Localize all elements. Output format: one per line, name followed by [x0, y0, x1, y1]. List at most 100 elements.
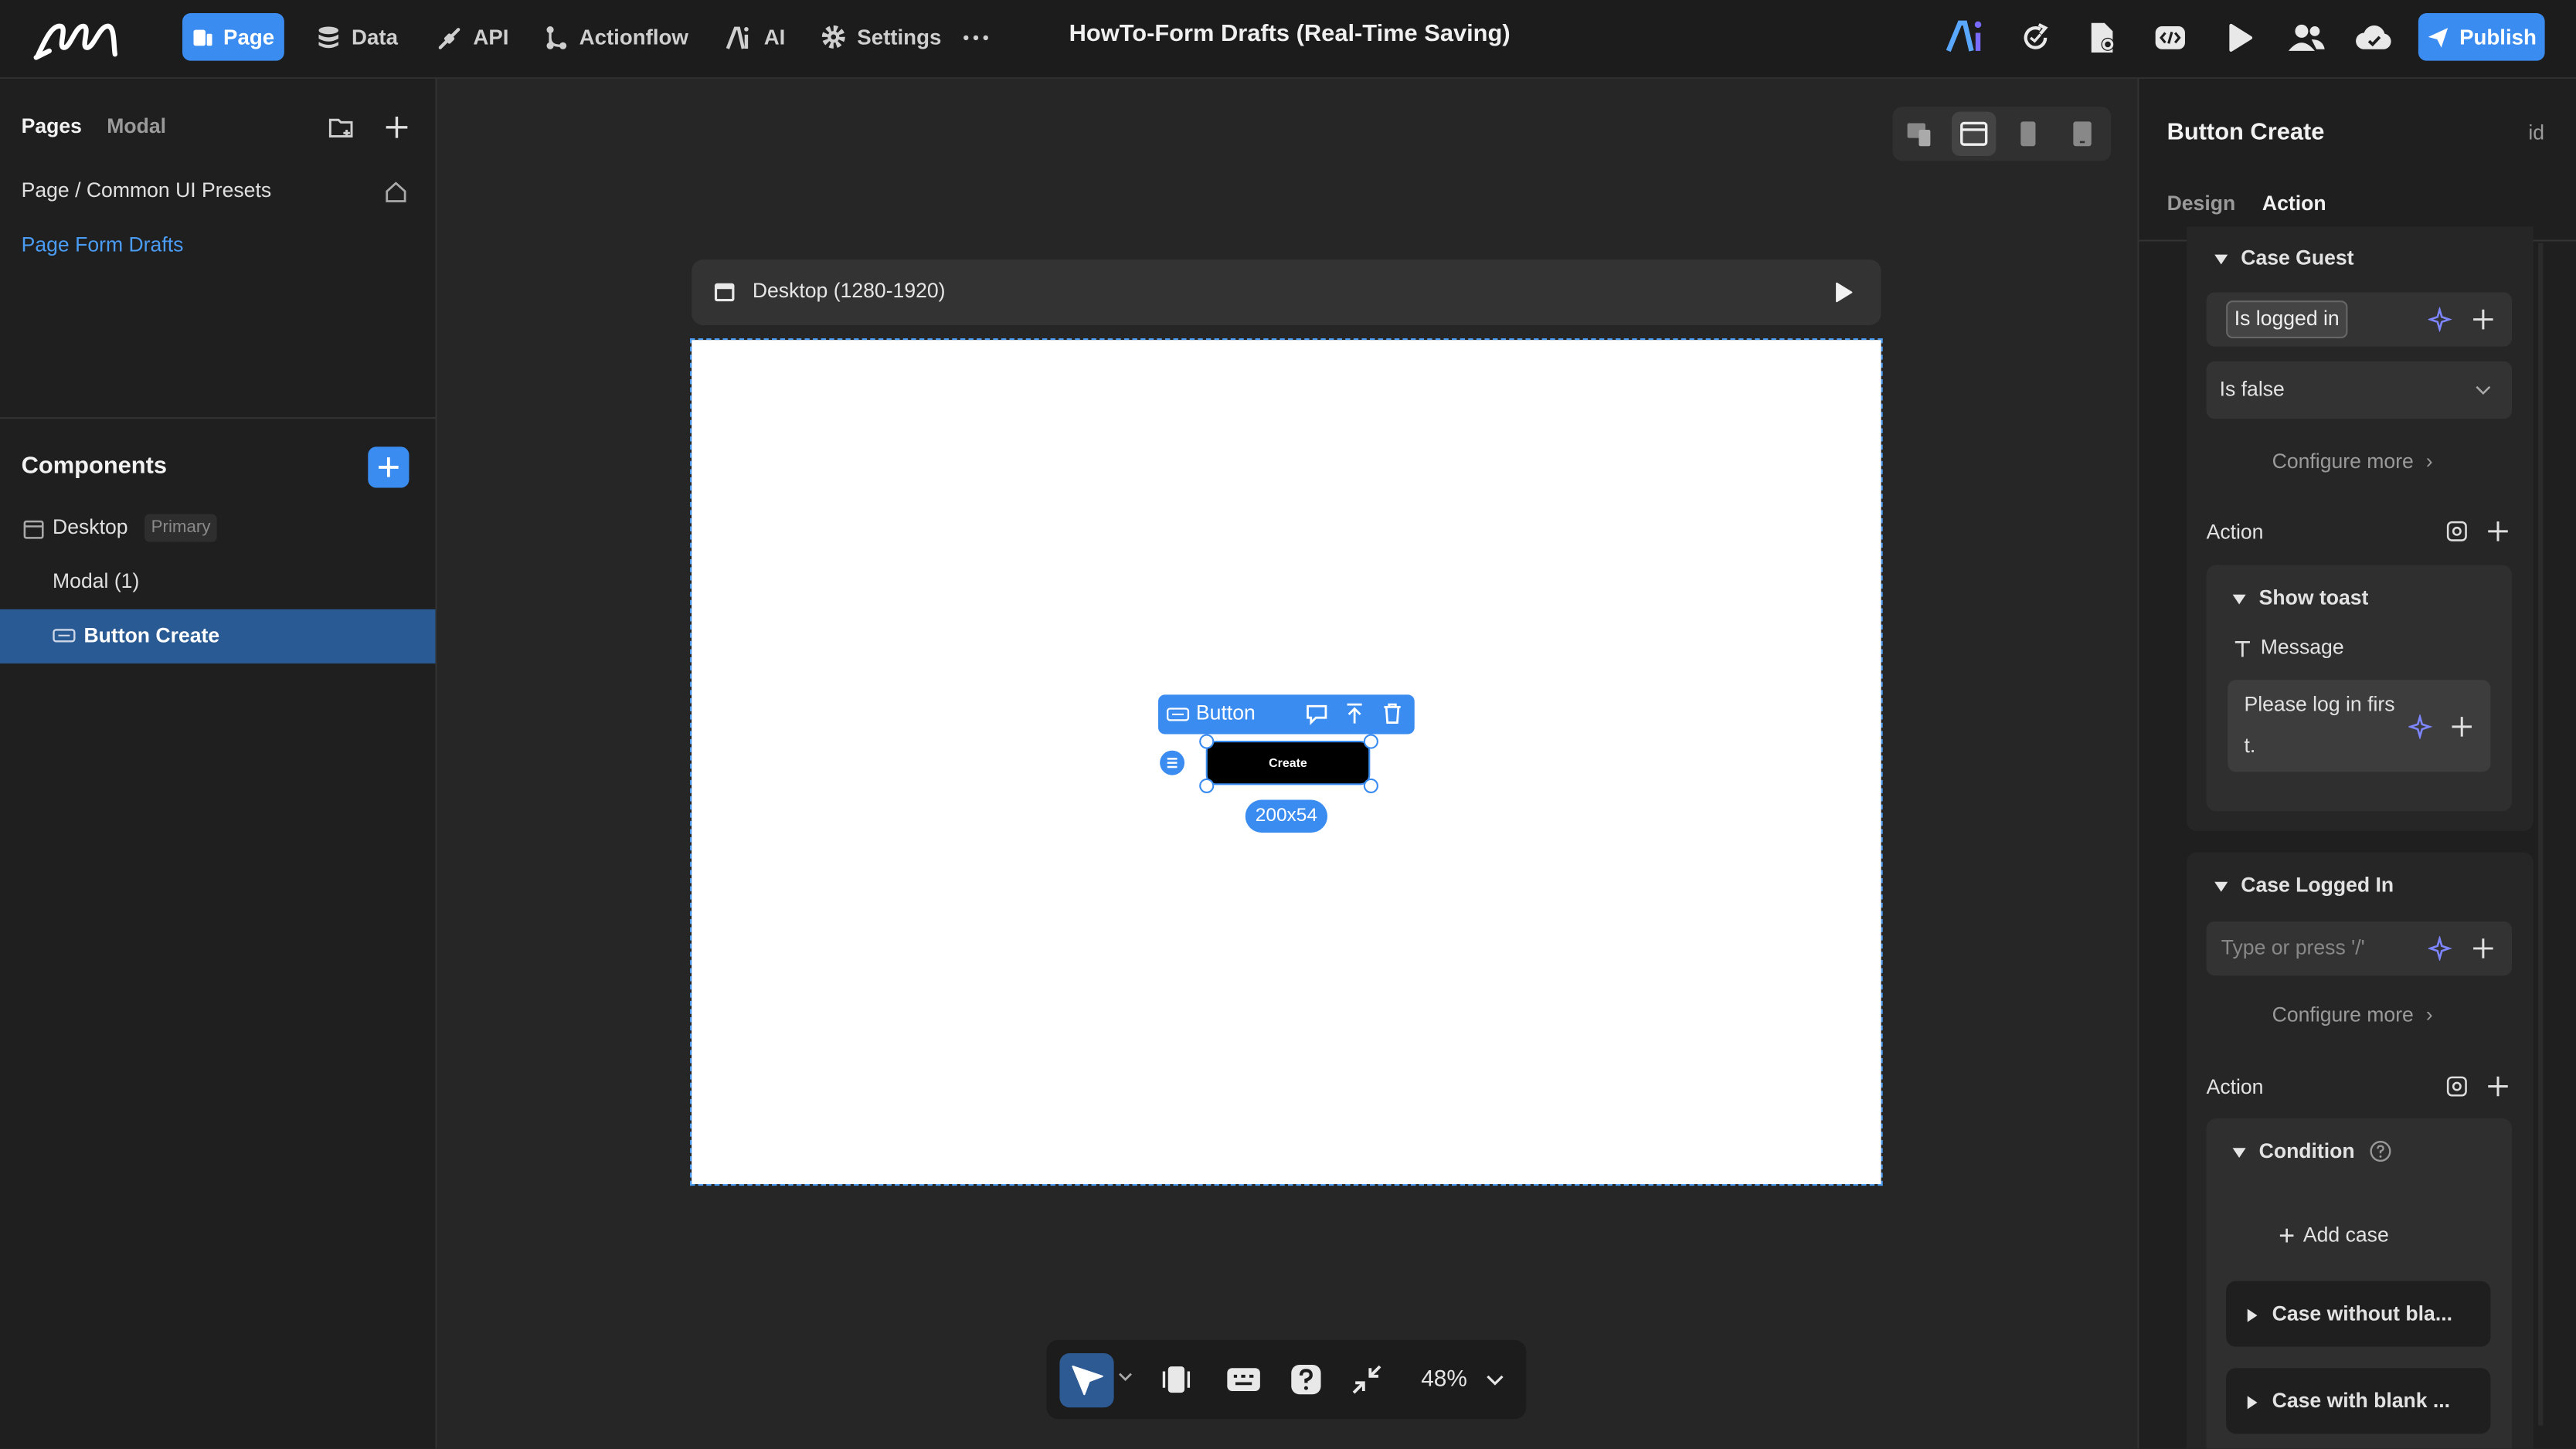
app-logo[interactable]	[33, 15, 122, 61]
tab-modal[interactable]: Modal	[107, 115, 166, 138]
mobile-device-icon[interactable]	[2065, 117, 2100, 151]
drag-handle-icon[interactable]	[1160, 750, 1185, 775]
tab-action[interactable]: Action	[2262, 192, 2326, 215]
expand-triangle-icon	[2232, 1147, 2246, 1158]
add-icon[interactable]	[2471, 936, 2496, 961]
nav-settings-label: Settings	[857, 24, 942, 49]
sub-case-label: Case with blank ...	[2247, 1390, 2450, 1413]
desktop-device-icon[interactable]	[1952, 111, 1997, 156]
publish-label: Publish	[2459, 24, 2537, 49]
ai-sparkle-icon[interactable]	[2428, 307, 2453, 332]
case-logged-in-title[interactable]: Case Logged In	[2214, 874, 2394, 897]
frame-tool-icon[interactable]	[1158, 1362, 1195, 1398]
multi-device-icon[interactable]	[1902, 117, 1937, 151]
resize-handle[interactable]	[1199, 778, 1215, 793]
action-settings-icon[interactable]	[2445, 1074, 2469, 1099]
condition-input[interactable]: Type or press '/'	[2206, 921, 2513, 976]
condition-title[interactable]: Condition	[2232, 1140, 2355, 1162]
preview-play-icon[interactable]	[2221, 20, 2258, 56]
nav-settings[interactable]: Settings	[810, 13, 951, 61]
show-toast-label: Show toast	[2258, 586, 2369, 609]
sub-case-item[interactable]: Case with blank ...	[2226, 1368, 2491, 1434]
add-action-icon[interactable]	[2486, 519, 2510, 544]
select-tool-icon[interactable]	[1059, 1353, 1114, 1408]
condition-field[interactable]: Is logged in	[2206, 292, 2513, 347]
add-folder-icon[interactable]	[327, 114, 355, 141]
page-item-form-drafts[interactable]: Page Form Drafts	[22, 233, 184, 256]
nav-data[interactable]: Data	[305, 13, 410, 61]
nav-data-label: Data	[352, 24, 398, 49]
nav-ai[interactable]: AI	[716, 13, 795, 61]
ai-sparkle-icon[interactable]	[2408, 714, 2433, 739]
case-logged-in-label: Case Logged In	[2241, 874, 2394, 897]
resize-handle[interactable]	[1363, 778, 1378, 793]
condition-tag[interactable]: Is logged in	[2226, 300, 2348, 339]
add-case-button[interactable]: + Add case	[2279, 1220, 2389, 1254]
ai-sparkle-icon[interactable]	[2428, 935, 2453, 961]
tree-item-modal[interactable]: Modal (1)	[53, 570, 139, 593]
publish-button[interactable]: Publish	[2418, 13, 2545, 61]
nav-actionflow[interactable]: Actionflow	[534, 13, 698, 61]
show-toast-title[interactable]: Show toast	[2232, 586, 2369, 609]
action-label: Action	[2206, 1075, 2264, 1099]
sub-case-item[interactable]: Case without bla...	[2226, 1281, 2491, 1347]
project-title: HowTo-Form Drafts (Real-Time Saving)	[1069, 21, 1511, 48]
tab-pages[interactable]: Pages	[22, 115, 82, 138]
id-label[interactable]: id	[2528, 121, 2544, 144]
is-false-select[interactable]: Is false	[2206, 361, 2513, 419]
message-input[interactable]: Please log in firs t.	[2228, 680, 2491, 772]
primary-badge: Primary	[144, 514, 218, 542]
chevron-down-icon[interactable]	[1116, 1366, 1136, 1386]
tree-item-desktop[interactable]: Desktop	[53, 516, 128, 539]
zoom-level[interactable]: 48%	[1421, 1365, 1467, 1391]
case-guest-card: Case Guest Is logged in Is false Configu…	[2187, 226, 2534, 831]
trash-icon[interactable]	[1380, 701, 1405, 726]
nav-page-label: Page	[223, 24, 275, 49]
tab-design[interactable]: Design	[2167, 192, 2236, 215]
component-toolbar: Button	[1158, 694, 1415, 735]
code-icon[interactable]	[2152, 20, 2188, 56]
help-icon[interactable]	[1288, 1362, 1324, 1398]
collapse-triangle-icon	[2247, 1395, 2258, 1409]
more-menu-icon[interactable]	[960, 22, 993, 55]
configure-more-link[interactable]: Configure more ›	[2272, 1003, 2433, 1027]
nav-page[interactable]: Page	[182, 13, 284, 61]
create-button[interactable]: Create	[1205, 740, 1371, 786]
help-circle-icon[interactable]	[2369, 1140, 2392, 1163]
frame-play-icon[interactable]	[1832, 281, 1855, 304]
zoom-chevron-down-icon[interactable]	[1483, 1368, 1507, 1391]
add-action-icon[interactable]	[2486, 1074, 2510, 1099]
add-icon[interactable]	[2471, 307, 2496, 332]
tree-item-button-create[interactable]: Button Create	[0, 609, 436, 664]
page-settings-icon[interactable]	[2085, 20, 2121, 56]
tablet-device-icon[interactable]	[2011, 117, 2046, 151]
keyboard-icon[interactable]	[1224, 1362, 1263, 1398]
add-icon[interactable]	[2449, 714, 2474, 739]
text-type-icon	[2233, 639, 2253, 659]
collapse-icon[interactable]	[1349, 1362, 1385, 1398]
ai-assistant-icon[interactable]	[1946, 18, 1992, 54]
toolbar-component-label: Button	[1195, 701, 1256, 724]
add-page-icon[interactable]	[382, 114, 410, 141]
case-guest-title[interactable]: Case Guest	[2214, 246, 2353, 270]
frame-header[interactable]: Desktop (1280-1920)	[692, 259, 1881, 326]
select-parent-icon[interactable]	[1342, 701, 1367, 726]
desktop-frame-icon	[23, 519, 45, 541]
comment-icon[interactable]	[1304, 701, 1329, 726]
scrollbar[interactable]	[2538, 243, 2544, 1426]
cloud-sync-icon[interactable]	[2354, 20, 2394, 56]
canvas-area[interactable]: Desktop (1280-1920) Button Create 200x54…	[437, 79, 2138, 1449]
device-switcher	[1892, 107, 2112, 161]
configure-more-link[interactable]: Configure more ›	[2272, 450, 2433, 473]
collaborators-icon[interactable]	[2287, 20, 2326, 56]
resize-handle[interactable]	[1199, 734, 1215, 749]
add-component-button[interactable]	[368, 446, 410, 488]
action-settings-icon[interactable]	[2445, 519, 2469, 544]
nav-api[interactable]: API	[427, 13, 519, 61]
size-badge: 200x54	[1245, 799, 1328, 833]
refresh-icon[interactable]	[2017, 20, 2054, 56]
resize-handle[interactable]	[1363, 734, 1378, 749]
home-icon[interactable]	[382, 179, 409, 205]
expand-triangle-icon	[2214, 881, 2228, 891]
page-item-common-ui-presets[interactable]: Page / Common UI Presets	[22, 179, 272, 202]
